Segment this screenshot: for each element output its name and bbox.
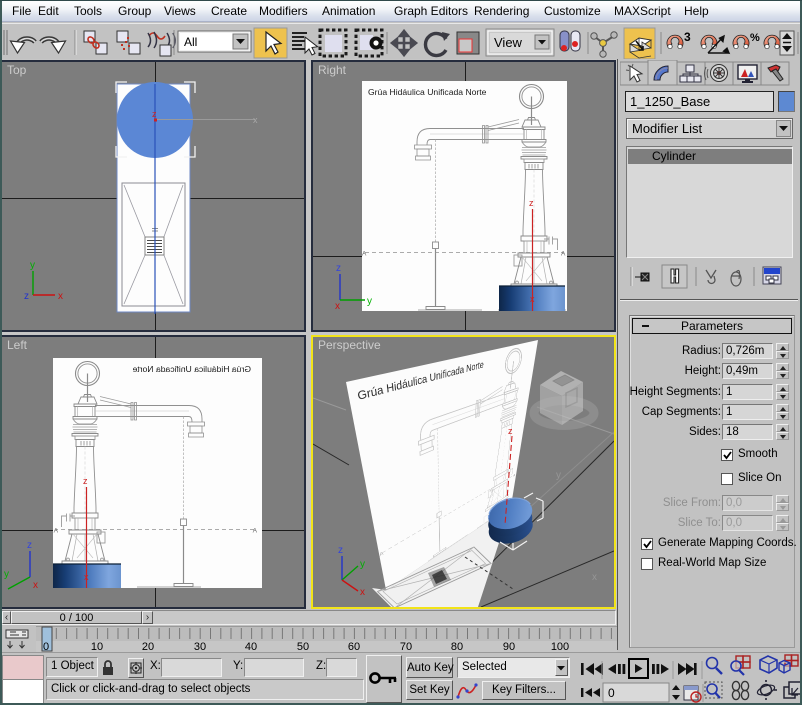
svg-text:x: x [84,572,89,582]
svg-text:y: y [360,559,365,570]
svg-text:z: z [529,198,534,208]
svg-text:z: z [508,426,513,436]
svg-text:y: y [30,260,35,271]
svg-text:50: 50 [297,641,309,652]
svg-text:0: 0 [43,641,49,652]
svg-text:z: z [24,291,29,302]
svg-text:Grúa Hidáulica Unificada Norte: Grúa Hidáulica Unificada Norte [132,364,251,374]
svg-text:z: z [83,476,88,486]
svg-text:All: All [184,35,197,49]
svg-text:30: 30 [194,641,206,652]
svg-text:z: z [338,545,343,556]
svg-text:x: x [335,301,340,312]
svg-text:80: 80 [451,641,463,652]
svg-text:x: x [253,115,258,125]
svg-text:%: % [750,32,760,44]
svg-text:20: 20 [142,641,154,652]
svg-text:100: 100 [551,641,569,652]
svg-text:90: 90 [503,641,515,652]
svg-text:z: z [152,109,157,119]
svg-text:10: 10 [91,641,103,652]
svg-text:x: x [33,580,38,591]
svg-text:z: z [27,540,32,551]
svg-text:70: 70 [400,641,412,652]
svg-text:View: View [494,35,523,50]
svg-text:x: x [58,291,63,302]
svg-text:40: 40 [245,641,257,652]
svg-text:x: x [530,294,535,304]
svg-text:Grúa Hidáulica Unificada Norte: Grúa Hidáulica Unificada Norte [368,87,487,97]
svg-text:z: z [336,263,341,274]
svg-text:0: 0 [608,686,615,700]
svg-text:3: 3 [684,30,691,44]
svg-text:y: y [4,569,9,580]
svg-text:x: x [360,587,365,598]
svg-text:60: 60 [348,641,360,652]
svg-text:y: y [367,296,372,307]
